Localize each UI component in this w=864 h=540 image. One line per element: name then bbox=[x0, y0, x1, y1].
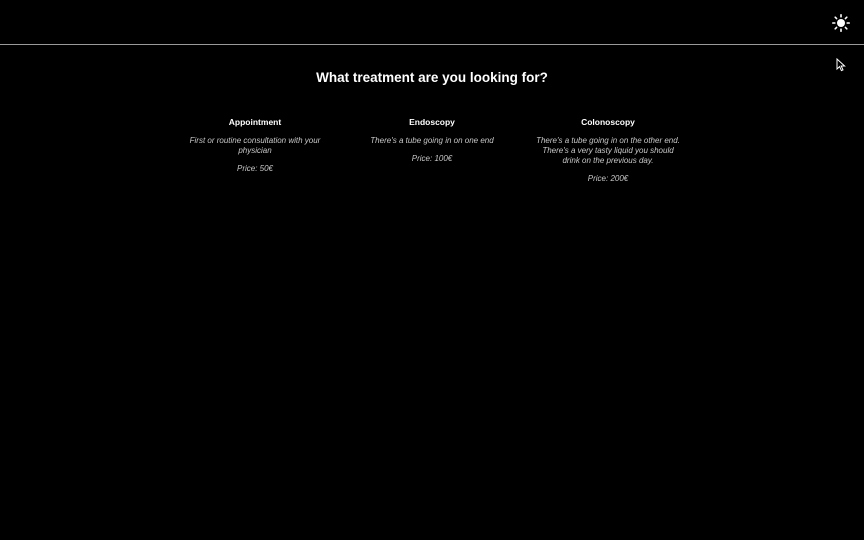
treatment-price: Price: 100€ bbox=[411, 154, 453, 163]
treatment-price: Price: 200€ bbox=[587, 174, 629, 183]
treatment-title: Appointment bbox=[228, 117, 282, 127]
page-title: What treatment are you looking for? bbox=[316, 70, 548, 85]
treatment-card-appointment[interactable]: Appointment First or routine consultatio… bbox=[180, 117, 330, 173]
treatment-description: First or routine consultation with your … bbox=[189, 136, 321, 155]
treatment-description: There's a tube going in on one end bbox=[370, 136, 494, 145]
treatment-card-colonoscopy[interactable]: Colonoscopy There's a tube going in on t… bbox=[533, 117, 683, 183]
page: What treatment are you looking for? Appo… bbox=[0, 0, 864, 540]
treatment-title: Colonoscopy bbox=[581, 117, 635, 127]
treatment-price: Price: 50€ bbox=[236, 164, 274, 173]
top-bar bbox=[0, 0, 864, 45]
treatment-description: There's a tube going in on the other end… bbox=[536, 136, 680, 165]
treatment-card-endoscopy[interactable]: Endoscopy There's a tube going in on one… bbox=[357, 117, 507, 163]
theme-toggle-button[interactable] bbox=[832, 14, 850, 32]
sun-icon bbox=[832, 14, 850, 32]
treatment-title: Endoscopy bbox=[409, 117, 455, 127]
